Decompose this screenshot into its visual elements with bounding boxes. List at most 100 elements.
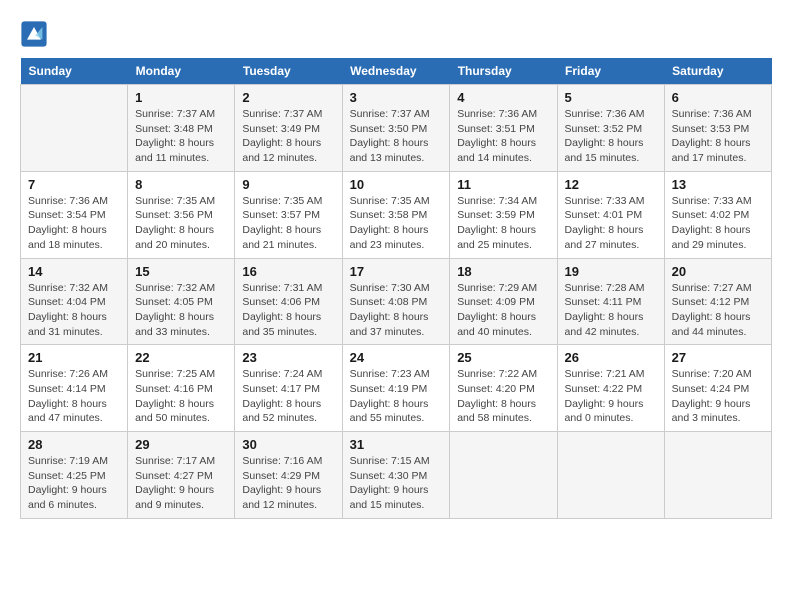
calendar-cell: 23 Sunrise: 7:24 AMSunset: 4:17 PMDayligh… <box>235 345 342 432</box>
calendar-cell: 1 Sunrise: 7:37 AMSunset: 3:48 PMDaylight… <box>128 85 235 172</box>
weekday-header-cell: Tuesday <box>235 58 342 85</box>
calendar-cell <box>450 432 557 519</box>
calendar-cell: 24 Sunrise: 7:23 AMSunset: 4:19 PMDayligh… <box>342 345 450 432</box>
day-number: 27 <box>672 350 764 365</box>
day-info: Sunrise: 7:37 AMSunset: 3:48 PMDaylight:… <box>135 107 227 166</box>
calendar-cell: 28Sunrise: 7:19 AMSunset: 4:25 PMDayligh… <box>21 432 128 519</box>
calendar-cell: 14 Sunrise: 7:32 AMSunset: 4:04 PMDayligh… <box>21 258 128 345</box>
day-number: 19 <box>565 264 657 279</box>
day-number: 16 <box>242 264 334 279</box>
calendar-cell: 16Sunrise: 7:31 AMSunset: 4:06 PMDayligh… <box>235 258 342 345</box>
day-info: Sunrise: 7:35 AMSunset: 3:56 PMDaylight:… <box>135 194 227 253</box>
day-info: Sunrise: 7:27 AMSunset: 4:12 PMDaylight:… <box>672 281 764 340</box>
weekday-header-cell: Saturday <box>664 58 771 85</box>
day-number: 9 <box>242 177 334 192</box>
day-number: 10 <box>350 177 443 192</box>
day-info: Sunrise: 7:24 AMSunset: 4:17 PMDaylight:… <box>242 367 334 426</box>
calendar-cell: 22 Sunrise: 7:25 AMSunset: 4:16 PMDayligh… <box>128 345 235 432</box>
day-info: Sunrise: 7:30 AMSunset: 4:08 PMDaylight:… <box>350 281 443 340</box>
day-number: 12 <box>565 177 657 192</box>
day-number: 21 <box>28 350 120 365</box>
calendar-cell <box>557 432 664 519</box>
calendar-cell: 12Sunrise: 7:33 AMSunset: 4:01 PMDayligh… <box>557 171 664 258</box>
calendar-cell: 25Sunrise: 7:22 AMSunset: 4:20 PMDayligh… <box>450 345 557 432</box>
day-number: 31 <box>350 437 443 452</box>
calendar-cell: 2Sunrise: 7:37 AMSunset: 3:49 PMDaylight… <box>235 85 342 172</box>
calendar-cell: 15 Sunrise: 7:32 AMSunset: 4:05 PMDayligh… <box>128 258 235 345</box>
day-info: Sunrise: 7:15 AMSunset: 4:30 PMDaylight:… <box>350 454 443 513</box>
weekday-header-cell: Monday <box>128 58 235 85</box>
calendar-week-row: 1 Sunrise: 7:37 AMSunset: 3:48 PMDaylight… <box>21 85 772 172</box>
day-info: Sunrise: 7:36 AMSunset: 3:53 PMDaylight:… <box>672 107 764 166</box>
day-number: 15 <box>135 264 227 279</box>
calendar-cell: 20 Sunrise: 7:27 AMSunset: 4:12 PMDayligh… <box>664 258 771 345</box>
calendar-week-row: 7 Sunrise: 7:36 AMSunset: 3:54 PMDaylight… <box>21 171 772 258</box>
day-info: Sunrise: 7:23 AMSunset: 4:19 PMDaylight:… <box>350 367 443 426</box>
day-info: Sunrise: 7:29 AMSunset: 4:09 PMDaylight:… <box>457 281 549 340</box>
calendar-cell: 18 Sunrise: 7:29 AMSunset: 4:09 PMDayligh… <box>450 258 557 345</box>
day-info: Sunrise: 7:36 AMSunset: 3:51 PMDaylight:… <box>457 107 549 166</box>
calendar-cell: 19Sunrise: 7:28 AMSunset: 4:11 PMDayligh… <box>557 258 664 345</box>
weekday-header-cell: Wednesday <box>342 58 450 85</box>
calendar-cell: 10 Sunrise: 7:35 AMSunset: 3:58 PMDayligh… <box>342 171 450 258</box>
weekday-header-row: SundayMondayTuesdayWednesdayThursdayFrid… <box>21 58 772 85</box>
day-number: 3 <box>350 90 443 105</box>
calendar-cell: 21 Sunrise: 7:26 AMSunset: 4:14 PMDayligh… <box>21 345 128 432</box>
calendar-cell: 29 Sunrise: 7:17 AMSunset: 4:27 PMDayligh… <box>128 432 235 519</box>
calendar-week-row: 28Sunrise: 7:19 AMSunset: 4:25 PMDayligh… <box>21 432 772 519</box>
day-info: Sunrise: 7:17 AMSunset: 4:27 PMDaylight:… <box>135 454 227 513</box>
day-number: 18 <box>457 264 549 279</box>
calendar-week-row: 14 Sunrise: 7:32 AMSunset: 4:04 PMDayligh… <box>21 258 772 345</box>
day-info: Sunrise: 7:34 AMSunset: 3:59 PMDaylight:… <box>457 194 549 253</box>
day-info: Sunrise: 7:25 AMSunset: 4:16 PMDaylight:… <box>135 367 227 426</box>
day-info: Sunrise: 7:26 AMSunset: 4:14 PMDaylight:… <box>28 367 120 426</box>
day-info: Sunrise: 7:16 AMSunset: 4:29 PMDaylight:… <box>242 454 334 513</box>
day-info: Sunrise: 7:33 AMSunset: 4:02 PMDaylight:… <box>672 194 764 253</box>
calendar-cell: 4Sunrise: 7:36 AMSunset: 3:51 PMDaylight… <box>450 85 557 172</box>
day-number: 26 <box>565 350 657 365</box>
calendar-cell: 30 Sunrise: 7:16 AMSunset: 4:29 PMDayligh… <box>235 432 342 519</box>
calendar-cell: 31 Sunrise: 7:15 AMSunset: 4:30 PMDayligh… <box>342 432 450 519</box>
day-number: 8 <box>135 177 227 192</box>
day-number: 22 <box>135 350 227 365</box>
calendar-cell: 11 Sunrise: 7:34 AMSunset: 3:59 PMDayligh… <box>450 171 557 258</box>
weekday-header-cell: Sunday <box>21 58 128 85</box>
weekday-header-cell: Thursday <box>450 58 557 85</box>
calendar-cell: 26 Sunrise: 7:21 AMSunset: 4:22 PMDayligh… <box>557 345 664 432</box>
weekday-header-cell: Friday <box>557 58 664 85</box>
day-number: 23 <box>242 350 334 365</box>
day-number: 2 <box>242 90 334 105</box>
calendar-cell: 9Sunrise: 7:35 AMSunset: 3:57 PMDaylight… <box>235 171 342 258</box>
day-info: Sunrise: 7:22 AMSunset: 4:20 PMDaylight:… <box>457 367 549 426</box>
day-info: Sunrise: 7:36 AMSunset: 3:52 PMDaylight:… <box>565 107 657 166</box>
day-number: 17 <box>350 264 443 279</box>
day-info: Sunrise: 7:19 AMSunset: 4:25 PMDaylight:… <box>28 454 120 513</box>
calendar-cell: 17 Sunrise: 7:30 AMSunset: 4:08 PMDayligh… <box>342 258 450 345</box>
calendar-cell <box>21 85 128 172</box>
logo <box>20 20 52 48</box>
page-header <box>20 20 772 48</box>
day-info: Sunrise: 7:36 AMSunset: 3:54 PMDaylight:… <box>28 194 120 253</box>
day-number: 24 <box>350 350 443 365</box>
day-number: 7 <box>28 177 120 192</box>
calendar-cell <box>664 432 771 519</box>
day-info: Sunrise: 7:21 AMSunset: 4:22 PMDaylight:… <box>565 367 657 426</box>
calendar-cell: 13Sunrise: 7:33 AMSunset: 4:02 PMDayligh… <box>664 171 771 258</box>
calendar-body: 1 Sunrise: 7:37 AMSunset: 3:48 PMDaylight… <box>21 85 772 519</box>
day-number: 29 <box>135 437 227 452</box>
day-number: 1 <box>135 90 227 105</box>
calendar-cell: 27 Sunrise: 7:20 AMSunset: 4:24 PMDayligh… <box>664 345 771 432</box>
calendar-cell: 6Sunrise: 7:36 AMSunset: 3:53 PMDaylight… <box>664 85 771 172</box>
day-info: Sunrise: 7:20 AMSunset: 4:24 PMDaylight:… <box>672 367 764 426</box>
calendar-cell: 8 Sunrise: 7:35 AMSunset: 3:56 PMDaylight… <box>128 171 235 258</box>
day-info: Sunrise: 7:32 AMSunset: 4:05 PMDaylight:… <box>135 281 227 340</box>
day-info: Sunrise: 7:32 AMSunset: 4:04 PMDaylight:… <box>28 281 120 340</box>
day-number: 30 <box>242 437 334 452</box>
day-number: 14 <box>28 264 120 279</box>
day-number: 11 <box>457 177 549 192</box>
day-number: 20 <box>672 264 764 279</box>
day-info: Sunrise: 7:37 AMSunset: 3:50 PMDaylight:… <box>350 107 443 166</box>
calendar-cell: 7 Sunrise: 7:36 AMSunset: 3:54 PMDaylight… <box>21 171 128 258</box>
calendar-cell: 3 Sunrise: 7:37 AMSunset: 3:50 PMDaylight… <box>342 85 450 172</box>
day-info: Sunrise: 7:35 AMSunset: 3:58 PMDaylight:… <box>350 194 443 253</box>
